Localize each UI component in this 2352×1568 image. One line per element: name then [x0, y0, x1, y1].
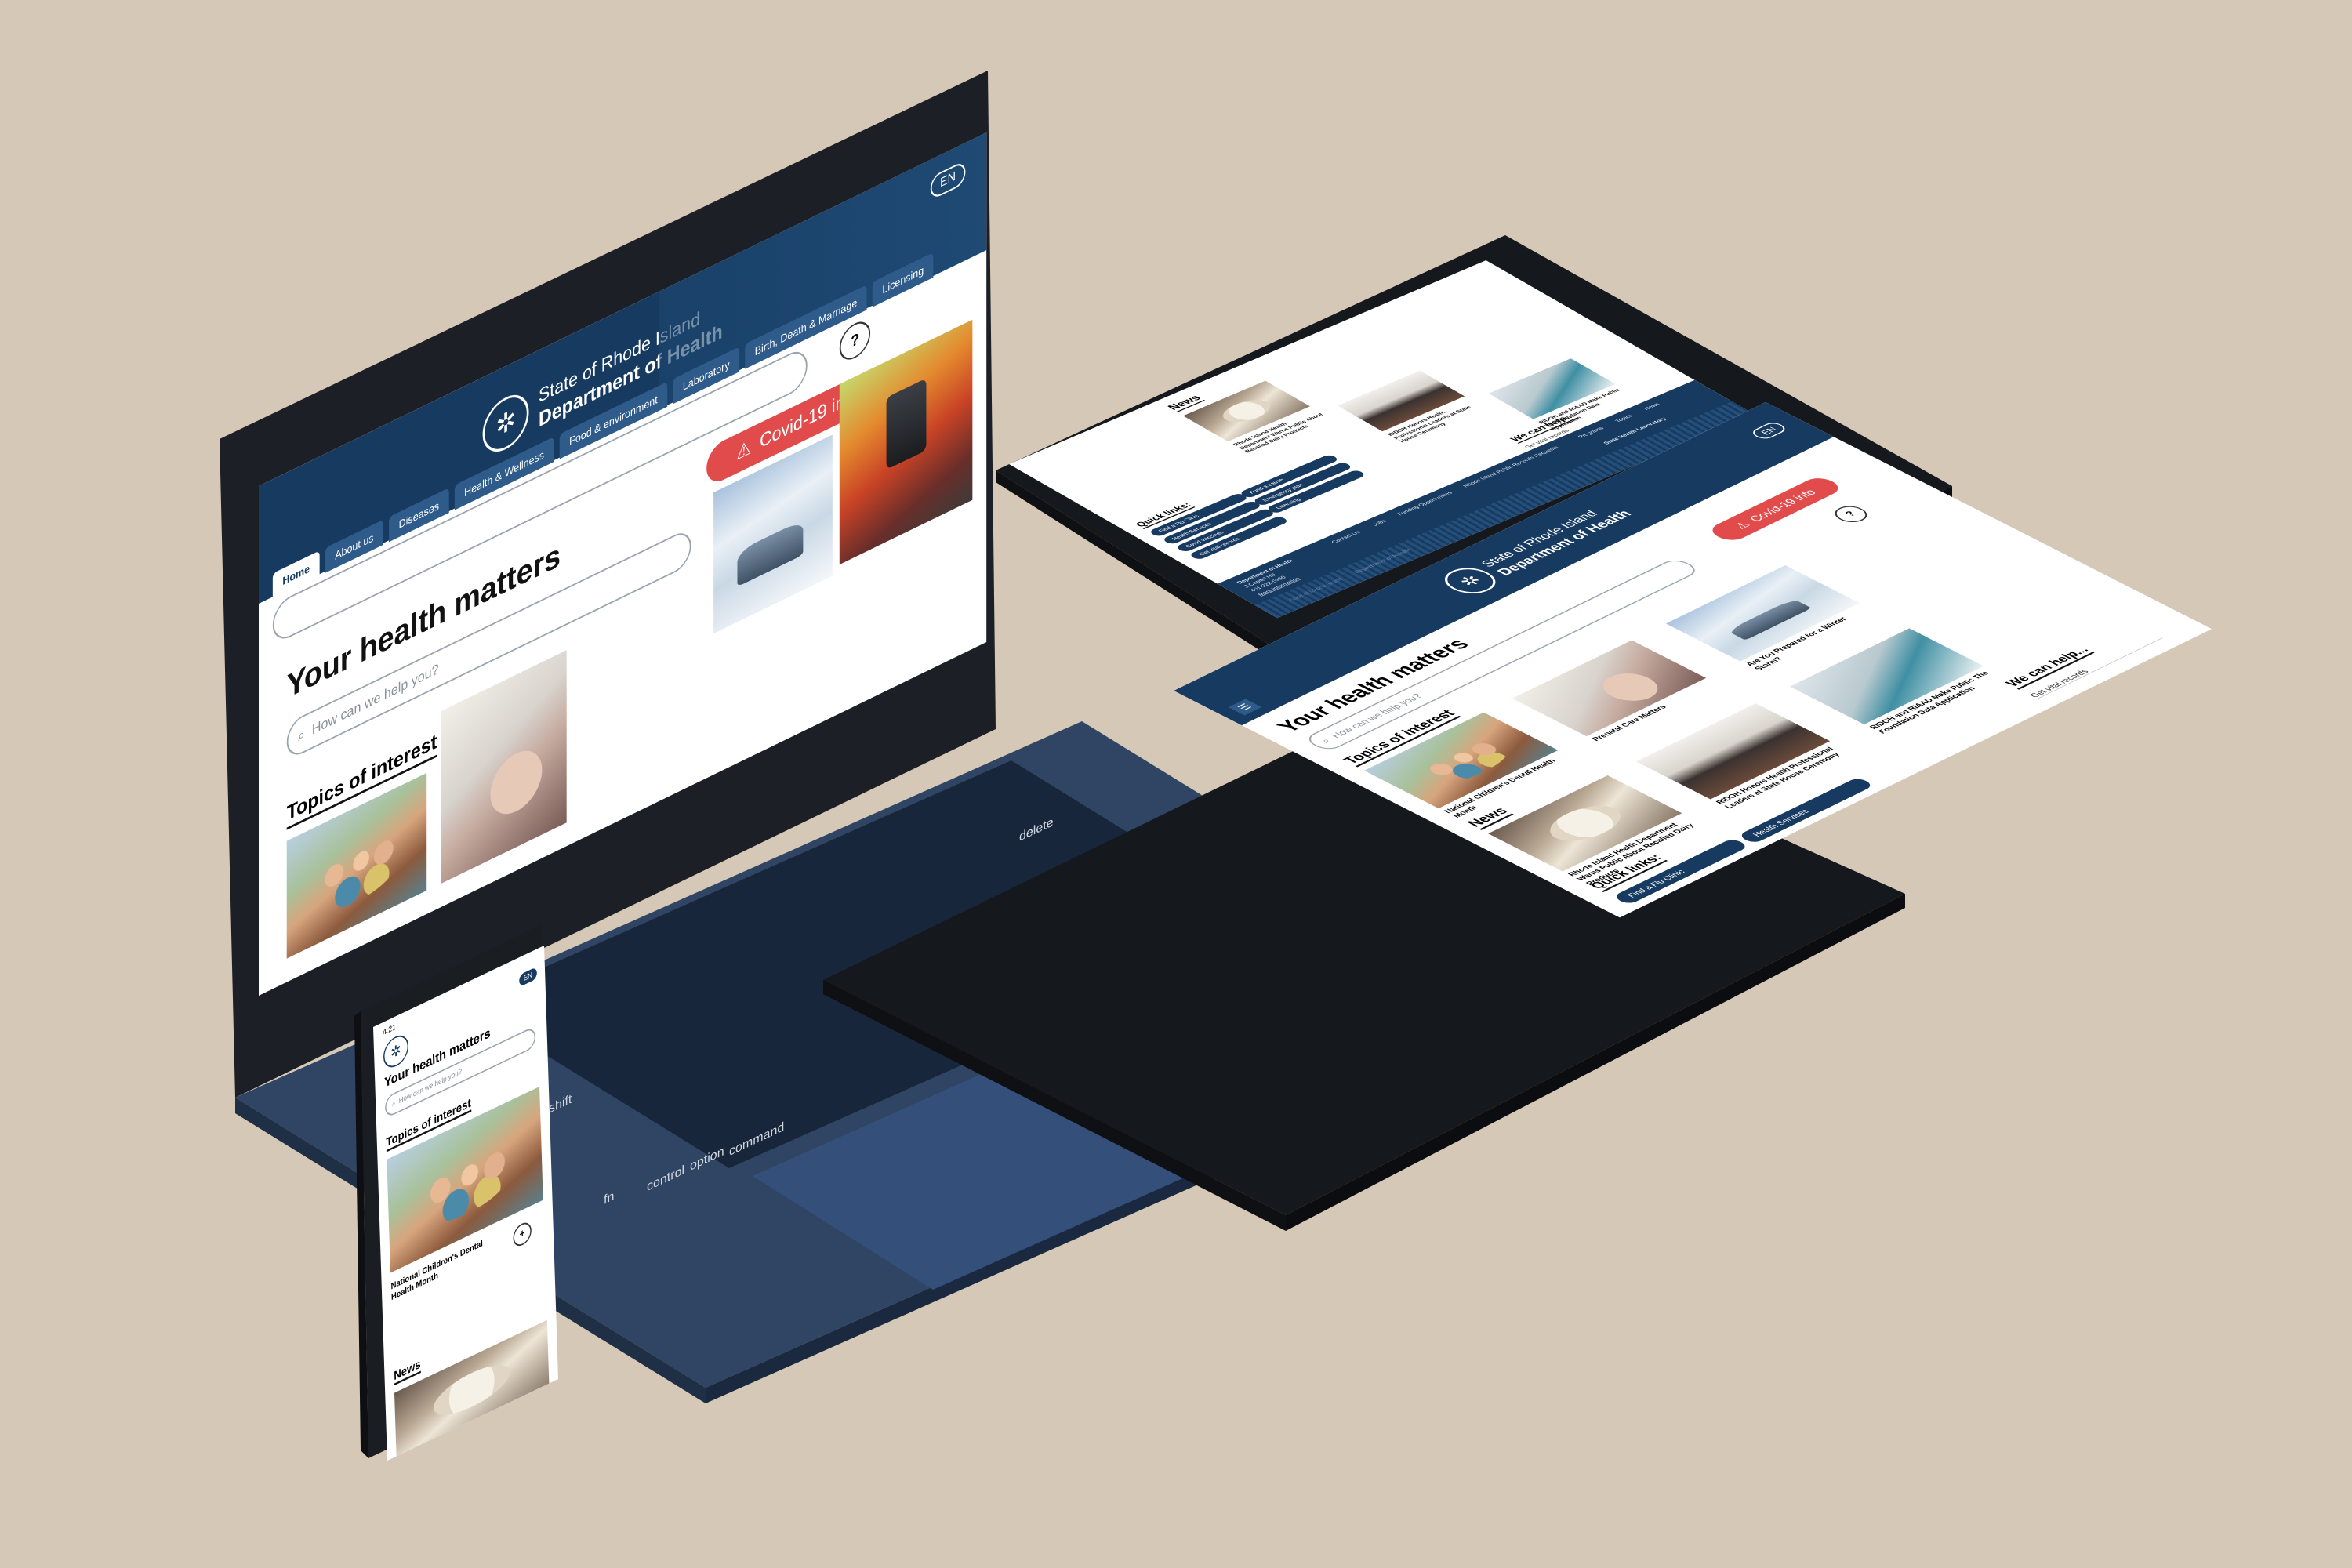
- search-icon: ⌕: [391, 1098, 396, 1109]
- expand-button[interactable]: +: [513, 1219, 532, 1250]
- phone-body: [354, 925, 549, 1458]
- status-time: 4:21: [382, 1022, 397, 1038]
- phone-screen: 4:21 EN ✲ Your health matters ⌕ How can …: [373, 945, 559, 1461]
- language-button[interactable]: EN: [518, 966, 538, 988]
